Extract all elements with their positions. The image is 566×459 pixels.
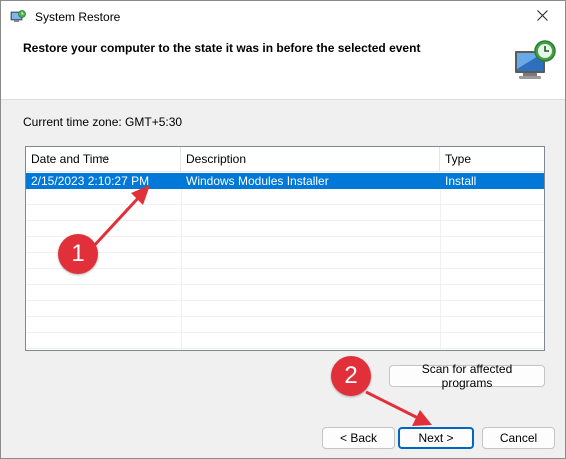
column-header-label: Type	[445, 152, 472, 166]
empty-row	[26, 237, 544, 253]
table-header: Date and Time Description Type	[26, 147, 544, 172]
empty-row	[26, 317, 544, 333]
empty-row	[26, 221, 544, 237]
system-restore-monitor-icon	[513, 39, 559, 83]
empty-row	[26, 333, 544, 349]
column-header-label: Description	[186, 152, 247, 166]
column-header-type[interactable]: Type	[440, 147, 544, 171]
system-restore-window: System Restore Restore your computer to …	[0, 0, 566, 459]
cell-type: Install	[445, 174, 477, 188]
column-header-description[interactable]: Description	[181, 147, 440, 171]
next-button[interactable]: Next >	[398, 427, 474, 449]
window-title: System Restore	[35, 10, 121, 24]
column-header-label: Date and Time	[31, 152, 110, 166]
column-header-date[interactable]: Date and Time	[26, 147, 181, 171]
close-icon	[536, 10, 548, 24]
sort-descending-icon	[100, 147, 108, 161]
empty-row	[26, 205, 544, 221]
empty-row	[26, 269, 544, 285]
cancel-button[interactable]: Cancel	[482, 427, 555, 449]
restore-points-table[interactable]: Date and Time Description Type 2/15/2023…	[25, 146, 545, 351]
close-button[interactable]	[519, 1, 565, 33]
back-button[interactable]: < Back	[322, 427, 395, 449]
wizard-header: Restore your computer to the state it wa…	[1, 33, 565, 100]
empty-row	[26, 189, 544, 205]
scan-affected-programs-button[interactable]: Scan for affected programs	[389, 362, 545, 390]
cell-description: Windows Modules Installer	[186, 174, 329, 188]
annotation-marker-1: 1	[58, 234, 98, 274]
table-row[interactable]: 2/15/2023 2:10:27 PM Windows Modules Ins…	[26, 173, 544, 189]
empty-row	[26, 253, 544, 269]
title-bar[interactable]: System Restore	[1, 1, 565, 33]
empty-row	[26, 301, 544, 317]
header-title: Restore your computer to the state it wa…	[23, 41, 421, 55]
system-restore-icon	[10, 9, 26, 25]
timezone-label: Current time zone: GMT+5:30	[23, 115, 183, 129]
empty-row	[26, 285, 544, 301]
cell-date: 2/15/2023 2:10:27 PM	[31, 174, 150, 188]
annotation-marker-2: 2	[331, 356, 371, 396]
